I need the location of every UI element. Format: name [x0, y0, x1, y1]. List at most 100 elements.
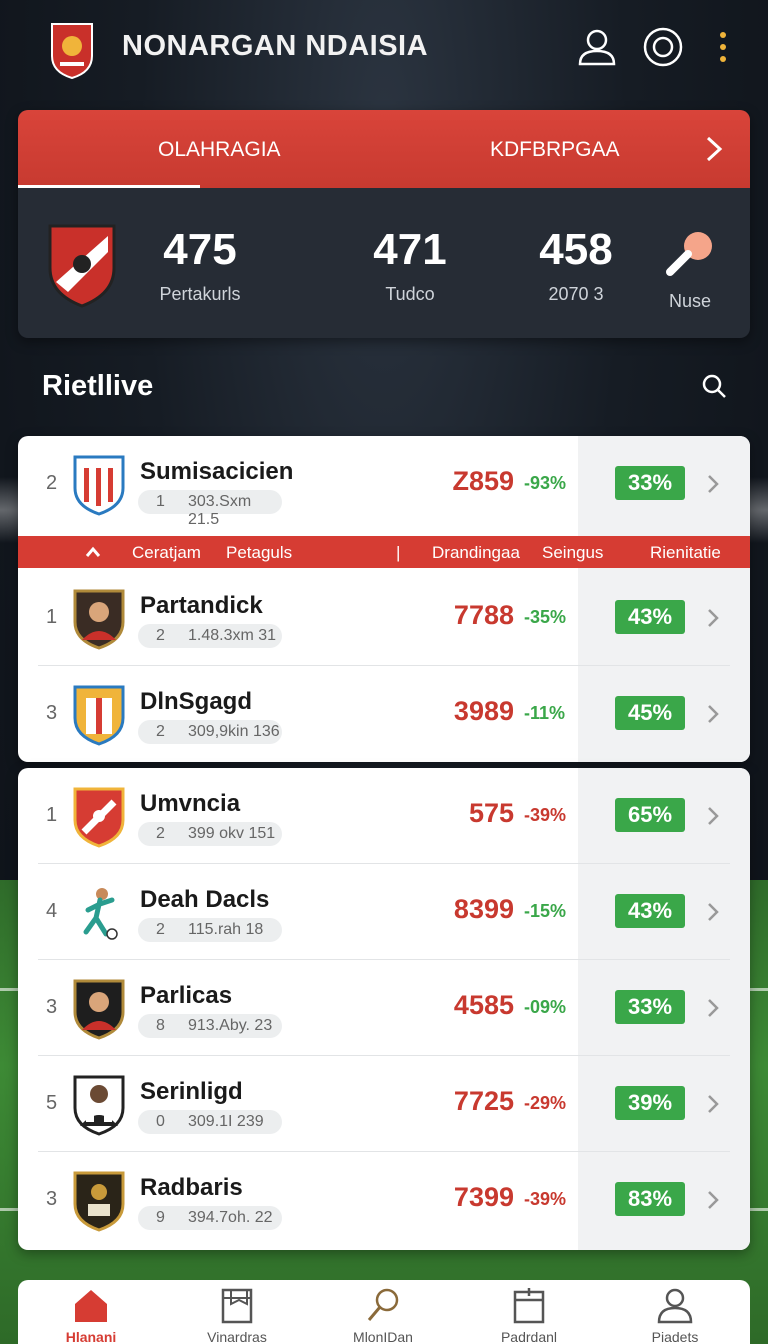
row-meta: 8 913.Aby. 23: [138, 1014, 282, 1038]
column-header[interactable]: Seingus: [542, 543, 603, 563]
chevron-right-icon: [708, 1191, 719, 1209]
app-title: NONARGAN NDAISIA: [122, 30, 429, 62]
home-icon: [75, 1290, 107, 1322]
table-row[interactable]: 1 Umvncia 2 399 okv 151 575 -39% 65%: [18, 768, 750, 864]
chevron-up-icon[interactable]: [84, 545, 102, 559]
user-icon[interactable]: [576, 26, 618, 68]
row-pct-badge: 45%: [615, 696, 685, 730]
player-avatar-icon: [73, 1075, 125, 1136]
ranking-card: 1 Umvncia 2 399 okv 151 575 -39% 65% 4 D…: [18, 768, 750, 1250]
row-meta-count: 2: [156, 921, 165, 938]
row-meta-count: 0: [156, 1113, 165, 1130]
row-meta: 0 309.1I 239: [138, 1110, 282, 1134]
table-row[interactable]: 2 Sumisacicien 1 303.Sxm 21.5 Z859 -93% …: [18, 436, 750, 532]
row-pct-badge: 43%: [615, 894, 685, 928]
nav-label: Padrdanl: [500, 1329, 558, 1344]
row-meta: 1 303.Sxm 21.5: [138, 490, 282, 528]
row-delta: -39%: [524, 805, 567, 825]
player-figure-icon: [83, 888, 118, 940]
nav-label: Hlanani: [65, 1329, 117, 1344]
tab-primary[interactable]: OLAHRAGIA: [158, 138, 281, 162]
row-value: 3989: [453, 696, 514, 726]
row-meta-count: 2: [156, 627, 165, 644]
row-delta: -15%: [524, 901, 567, 921]
column-header[interactable]: Rienitatie: [650, 543, 721, 563]
row-name: Sumisacicien: [140, 458, 294, 485]
tab-secondary[interactable]: KDFBRPGAA: [490, 138, 620, 162]
row-name: Radbaris: [140, 1174, 243, 1201]
chevron-right-icon[interactable]: [698, 134, 728, 164]
row-delta: -35%: [524, 607, 567, 627]
row-meta-detail: 913.Aby. 23: [188, 1017, 273, 1034]
row-meta-count: 2: [156, 723, 165, 740]
row-delta: -93%: [524, 473, 567, 493]
column-divider: |: [396, 543, 401, 562]
search-icon[interactable]: [700, 372, 728, 400]
nav-item-5[interactable]: Piadets: [602, 1280, 748, 1344]
stats-panel: OLAHRAGIA KDFBRPGAA 475 Pertakurls 471 T…: [18, 110, 750, 338]
row-meta-count: 8: [156, 1017, 165, 1034]
mic-button[interactable]: Nuse: [660, 228, 720, 312]
target-icon[interactable]: [642, 26, 684, 68]
column-header[interactable]: Ceratjam: [132, 543, 201, 563]
row-rank: 3: [46, 996, 58, 1018]
row-meta-count: 1: [156, 493, 165, 510]
player-avatar-icon: [73, 589, 125, 650]
row-delta: -11%: [524, 703, 566, 723]
row-rank: 2: [46, 472, 58, 494]
chevron-right-icon: [708, 705, 719, 723]
row-pct-badge: 39%: [615, 1086, 685, 1120]
chevron-right-icon: [708, 999, 719, 1017]
row-meta-count: 9: [156, 1209, 165, 1226]
stat-value: 475: [163, 225, 237, 274]
ranking-card: 2 Sumisacicien 1 303.Sxm 21.5 Z859 -93% …: [18, 436, 750, 762]
chevron-right-icon: [708, 1095, 719, 1113]
row-name: Deah Dacls: [140, 886, 270, 913]
column-header[interactable]: Petaguls: [226, 543, 292, 563]
stat-label: Tudco: [385, 284, 435, 304]
team-crest-icon: [48, 224, 116, 308]
logo-shield-icon: [51, 23, 93, 80]
row-meta-detail: 1.48.3xm 31: [188, 627, 277, 644]
table-row[interactable]: 3 Radbaris 9 394.7oh. 22 7399 -39% 83%: [18, 1152, 750, 1248]
nav-item-3[interactable]: MlonIDan: [310, 1280, 456, 1344]
row-pct-badge: 83%: [615, 1182, 685, 1216]
column-header[interactable]: Drandingaa: [432, 543, 520, 563]
row-value: 8399: [453, 894, 514, 924]
row-value: 575: [468, 798, 514, 828]
table-row[interactable]: 4 Deah Dacls 2 115.rah 18 8399 -15% 43%: [18, 864, 750, 960]
table-row[interactable]: 1 Partandick 2 1.48.3xm 31 7788 -35% 43%: [18, 570, 750, 666]
app-header: NONARGAN NDAISIA: [0, 0, 768, 100]
row-value: 4585: [453, 990, 514, 1020]
chevron-right-icon: [708, 903, 719, 921]
nav-home[interactable]: Hlanani: [18, 1280, 164, 1344]
table-row[interactable]: 5 Serinligd 0 309.1I 239 7725 -29% 39%: [18, 1056, 750, 1152]
search-icon: [367, 1288, 399, 1321]
row-delta: -09%: [524, 997, 567, 1017]
row-pct-badge: 33%: [615, 990, 685, 1024]
table-row[interactable]: 3 DlnSgagd 2 309,9kin 136 3989 -11% 45%: [18, 666, 750, 762]
section-title: Rietllive: [42, 370, 154, 402]
row-meta-detail: 115.rah 18: [188, 921, 264, 938]
user-icon: [657, 1288, 693, 1324]
row-meta-detail: 399 okv 151: [188, 825, 276, 842]
row-rank: 4: [46, 900, 58, 922]
row-name: Partandick: [140, 592, 263, 619]
column-header-bar: Ceratjam Petaguls | Drandingaa Seingus R…: [18, 536, 750, 568]
row-meta-detail: 309.1I 239: [188, 1113, 264, 1130]
stat-block: 471 Tudco: [352, 228, 468, 305]
nav-item-4[interactable]: Padrdanl: [456, 1280, 602, 1344]
chevron-right-icon: [708, 807, 719, 825]
club-badge-icon: [73, 1171, 125, 1232]
row-meta-count: 2: [156, 825, 165, 842]
row-value: Z859: [452, 466, 514, 496]
row-rank: 1: [46, 804, 58, 826]
table-row[interactable]: 3 Parlicas 8 913.Aby. 23 4585 -09% 33%: [18, 960, 750, 1056]
more-dots-icon[interactable]: [708, 26, 738, 68]
chevron-right-icon: [708, 609, 719, 627]
nav-label: Vinardras: [207, 1329, 267, 1344]
nav-item-2[interactable]: Vinardras: [164, 1280, 310, 1344]
row-meta-detail: 303.Sxm 21.5: [188, 493, 252, 528]
stats-tabs: OLAHRAGIA KDFBRPGAA: [18, 110, 750, 188]
row-pct-badge: 33%: [615, 466, 685, 500]
